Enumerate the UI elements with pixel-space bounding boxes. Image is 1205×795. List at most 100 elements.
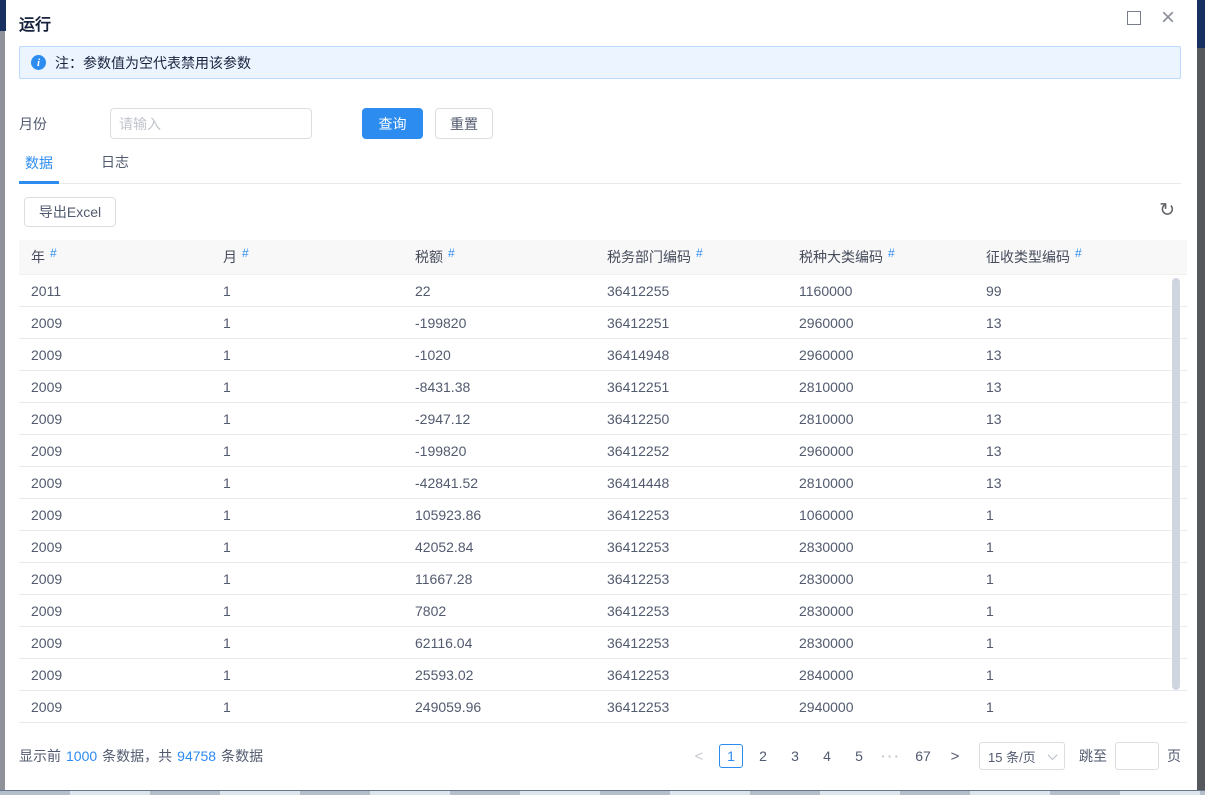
window-controls: × [1127, 10, 1175, 26]
underlying-page-edge [0, 790, 1205, 795]
filter-form: 月份 查询 重置 [19, 108, 493, 139]
table-cell: 1 [974, 571, 1187, 587]
table-cell: 1 [211, 411, 403, 427]
table-cell: 2960000 [787, 315, 974, 331]
notice-banner: i 注：参数值为空代表禁用该参数 [19, 46, 1181, 79]
page-number-button[interactable]: 4 [815, 744, 839, 768]
table-cell: 1 [211, 347, 403, 363]
prev-page-button[interactable]: < [687, 744, 711, 768]
table-row: 20091105923.863641225310600001 [19, 499, 1187, 531]
underlying-page-edge [0, 31, 5, 790]
table-cell: 99 [974, 283, 1187, 299]
table-cell: 1160000 [787, 283, 974, 299]
table-cell: 2960000 [787, 443, 974, 459]
numeric-type-icon: # [1075, 246, 1082, 260]
table-toolbar: 导出Excel ↻ [24, 197, 1181, 231]
table-cell: 2960000 [787, 347, 974, 363]
table-cell: 2009 [19, 315, 211, 331]
table-cell: 36412253 [595, 699, 787, 715]
table-cell: 1 [211, 635, 403, 651]
table-cell: 2009 [19, 539, 211, 555]
underlying-page-edge [1197, 0, 1205, 48]
tab-data[interactable]: 数据 [19, 145, 59, 184]
table-cell: 62116.04 [403, 635, 595, 651]
refresh-icon: ↻ [1159, 200, 1175, 221]
table-scrollbar[interactable] [1172, 278, 1180, 690]
page-number-button[interactable]: 5 [847, 744, 871, 768]
table-cell: 1060000 [787, 507, 974, 523]
table-cell: 36412255 [595, 283, 787, 299]
table-row: 201112236412255116000099 [19, 275, 1187, 307]
table-cell: 11667.28 [403, 571, 595, 587]
reset-button[interactable]: 重置 [435, 108, 493, 139]
summary-middle: 条数据，共 [102, 746, 172, 766]
table-cell: -42841.52 [403, 475, 595, 491]
table-cell: 1 [974, 667, 1187, 683]
table-cell: 36412251 [595, 379, 787, 395]
table-cell: 13 [974, 315, 1187, 331]
table-cell: -2947.12 [403, 411, 595, 427]
table-cell: 2840000 [787, 667, 974, 683]
page-size-select[interactable]: 15 条/页 [979, 742, 1065, 770]
table-cell: 7802 [403, 603, 595, 619]
results-footer: 显示前 1000 条数据，共 94758 条数据 < 12345 ··· 67 … [19, 739, 1181, 773]
numeric-type-icon: # [50, 246, 57, 260]
results-summary: 显示前 1000 条数据，共 94758 条数据 [19, 746, 263, 766]
table-cell: 13 [974, 379, 1187, 395]
chevron-down-icon [1048, 750, 1058, 760]
table-row: 20091249059.963641225329400001 [19, 691, 1187, 723]
table-row: 2009178023641225328300001 [19, 595, 1187, 627]
table-cell: 2830000 [787, 539, 974, 555]
close-icon: × [1161, 4, 1175, 31]
numeric-type-icon: # [696, 246, 703, 260]
table-row: 20091-8431.3836412251281000013 [19, 371, 1187, 403]
column-header: 税务部门编码# [595, 247, 787, 267]
table-cell: 2009 [19, 603, 211, 619]
page-number-button[interactable]: 3 [783, 744, 807, 768]
page-number-button[interactable]: 1 [719, 744, 743, 768]
table-cell: 2009 [19, 699, 211, 715]
jump-to-label: 跳至 [1079, 746, 1107, 766]
table-cell: 36412253 [595, 635, 787, 651]
table-body: 20111223641225511600009920091-1998203641… [19, 274, 1187, 723]
table-row: 20091-102036414948296000013 [19, 339, 1187, 371]
table-cell: 1 [211, 667, 403, 683]
export-excel-button[interactable]: 导出Excel [24, 197, 116, 227]
table-row: 20091-2947.1236412250281000013 [19, 403, 1187, 435]
table-row: 2009162116.043641225328300001 [19, 627, 1187, 659]
table-cell: -199820 [403, 443, 595, 459]
table-cell: 1 [974, 699, 1187, 715]
table-row: 2009142052.843641225328300001 [19, 531, 1187, 563]
refresh-button[interactable]: ↻ [1159, 201, 1175, 220]
table-cell: 36414448 [595, 475, 787, 491]
table-cell: 13 [974, 443, 1187, 459]
table-cell: 2830000 [787, 571, 974, 587]
table-cell: 1 [974, 603, 1187, 619]
table-cell: 36412253 [595, 667, 787, 683]
next-page-button[interactable]: > [943, 744, 967, 768]
chevron-right-icon: > [951, 748, 960, 765]
table-cell: 2009 [19, 475, 211, 491]
table-cell: 13 [974, 411, 1187, 427]
maximize-button[interactable] [1127, 11, 1141, 25]
tab-log[interactable]: 日志 [95, 144, 135, 183]
jump-to-input[interactable] [1115, 742, 1159, 770]
table-cell: 1 [211, 283, 403, 299]
column-header: 征收类型编码# [974, 247, 1187, 267]
page-number-button[interactable]: 67 [911, 744, 935, 768]
query-button[interactable]: 查询 [362, 108, 423, 139]
table-cell: 2810000 [787, 411, 974, 427]
tabs: 数据日志 [19, 146, 1181, 184]
dialog-title: 运行 [19, 11, 51, 35]
close-button[interactable]: × [1161, 10, 1175, 26]
page-list: 12345 [715, 744, 875, 768]
table-cell: 2810000 [787, 379, 974, 395]
table-cell: 36412253 [595, 539, 787, 555]
month-input[interactable] [110, 108, 312, 139]
column-header: 年# [19, 247, 211, 267]
table-row: 20091-19982036412252296000013 [19, 435, 1187, 467]
run-dialog: 运行 × i 注：参数值为空代表禁用该参数 月份 查询 重置 数据日志 导出Ex… [6, 0, 1197, 790]
table-cell: 13 [974, 475, 1187, 491]
page-number-button[interactable]: 2 [751, 744, 775, 768]
pagination-ellipsis[interactable]: ··· [879, 744, 903, 768]
